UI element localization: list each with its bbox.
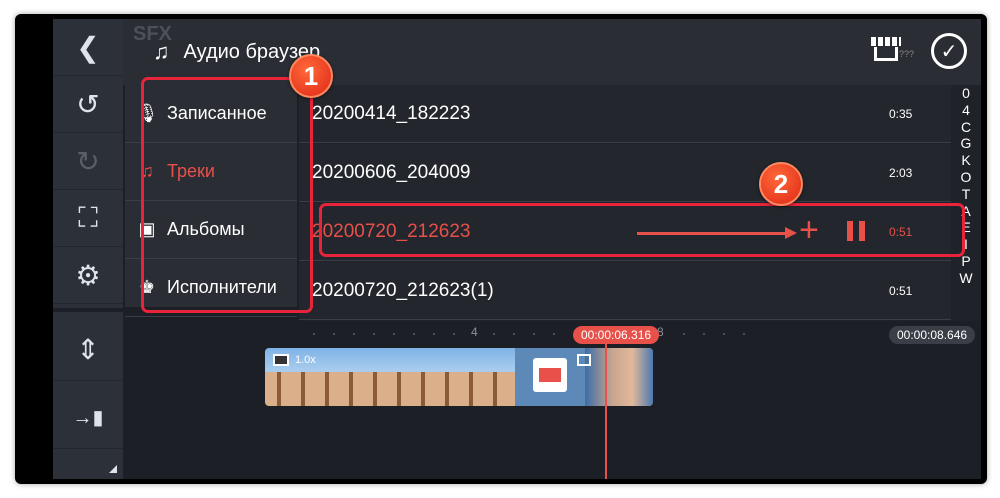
alphabet-index-letter[interactable]: 0 <box>962 85 970 102</box>
alphabet-index-letter[interactable]: C <box>961 119 971 136</box>
transition-button[interactable] <box>533 358 567 392</box>
track-name: 20200606_204009 <box>312 161 471 183</box>
tick-dot <box>433 333 435 335</box>
confirm-button[interactable]: ✓ <box>931 33 967 69</box>
annotation-badge: 2 <box>759 162 803 206</box>
undo-button[interactable]: ↺ <box>53 76 123 133</box>
track-name: 20200414_182223 <box>312 102 471 124</box>
tick-dot <box>453 333 455 335</box>
playhead[interactable] <box>605 339 607 479</box>
undo-icon: ↺ <box>76 88 100 120</box>
redo-icon: ↻ <box>76 145 100 177</box>
track-name: 20200720_212623(1) <box>312 279 494 301</box>
store-badge: ??? <box>899 49 915 59</box>
check-icon: ✓ <box>940 40 958 63</box>
track-row[interactable]: 20200414_182223 0:35 <box>299 85 951 143</box>
alphabet-index-letter[interactable]: 4 <box>962 102 970 119</box>
export-icon: →▮ <box>72 407 104 429</box>
alphabet-index-letter[interactable]: K <box>961 152 970 169</box>
clip-speed: 1.0x <box>295 354 316 366</box>
clip-thumbnail <box>585 348 653 406</box>
fit-screen-button[interactable]: ⛶ <box>53 190 123 247</box>
tick-dot <box>703 333 705 335</box>
annotation-badge: 1 <box>289 54 333 98</box>
alphabet-index-letter[interactable]: O <box>961 169 972 186</box>
tick-dot <box>553 333 555 335</box>
fit-screen-icon: ⛶ <box>78 201 98 233</box>
tick-dot <box>373 333 375 335</box>
clip-thumbnail <box>265 372 515 406</box>
track-row[interactable]: 20200606_204009 2:03 <box>299 144 951 202</box>
current-time: 00:00:06.316 <box>573 326 660 344</box>
track-duration: 2:03 <box>889 165 913 180</box>
tick-dot <box>353 333 355 335</box>
tick-dot <box>393 333 395 335</box>
settings-button[interactable]: ⚙ <box>53 247 123 304</box>
video-clip[interactable]: 1.0x <box>265 348 653 406</box>
tick-dot <box>493 333 495 335</box>
tick-label: 4 <box>471 325 478 339</box>
store-button[interactable]: ??? <box>871 37 914 63</box>
alphabet-index-letter[interactable]: P <box>961 253 970 270</box>
tick-dot <box>333 333 335 335</box>
tick-dot <box>723 333 725 335</box>
alphabet-index-letter[interactable]: G <box>961 135 972 152</box>
transition-icon <box>539 368 561 382</box>
split-button[interactable]: ⇕ <box>53 319 123 381</box>
store-icon <box>871 37 901 46</box>
split-icon: ⇕ <box>76 334 100 365</box>
alphabet-index-letter[interactable]: T <box>962 186 971 203</box>
film-icon <box>273 354 289 366</box>
tick-dot <box>743 333 745 335</box>
total-time: 00:00:08.646 <box>889 326 976 344</box>
annotation-box-track <box>319 203 965 257</box>
tick-dot <box>683 333 685 335</box>
tick-dot <box>413 333 415 335</box>
back-button[interactable]: ❮ <box>53 19 123 76</box>
annotation-box-sidebar <box>141 77 313 313</box>
track-duration: 0:35 <box>889 106 913 121</box>
redo-button[interactable]: ↻ <box>53 133 123 190</box>
clip-speed-group: 1.0x <box>273 354 316 366</box>
track-duration: 0:51 <box>889 283 913 298</box>
device-frame: ❮ ↺ ↻ ⛶ ⚙ ⇕ →▮ SFX ♫ Аудио браузер ??? ✓ <box>15 14 987 484</box>
track-row[interactable]: 20200720_212623(1) 0:51 <box>299 262 951 320</box>
music-note-icon: ♫ <box>153 39 170 64</box>
tick-dot <box>313 333 315 335</box>
tick-dot <box>533 333 535 335</box>
toolbar-divider <box>53 308 123 312</box>
left-toolbar: ❮ ↺ ↻ ⛶ ⚙ ⇕ →▮ <box>53 19 123 479</box>
expand-corner-icon[interactable] <box>109 465 117 473</box>
store-icon-body <box>874 47 898 61</box>
gear-icon: ⚙ <box>75 259 101 291</box>
alphabet-index-letter[interactable]: W <box>959 270 972 287</box>
image-icon <box>577 354 591 366</box>
back-icon: ❮ <box>76 31 100 63</box>
tick-dot <box>513 333 515 335</box>
app-screen: ❮ ↺ ↻ ⛶ ⚙ ⇕ →▮ SFX ♫ Аудио браузер ??? ✓ <box>53 19 981 479</box>
export-button[interactable]: →▮ <box>53 387 123 449</box>
timeline[interactable]: 4 8 00:00:06.316 00:00:08.646 1.0x <box>123 321 981 479</box>
